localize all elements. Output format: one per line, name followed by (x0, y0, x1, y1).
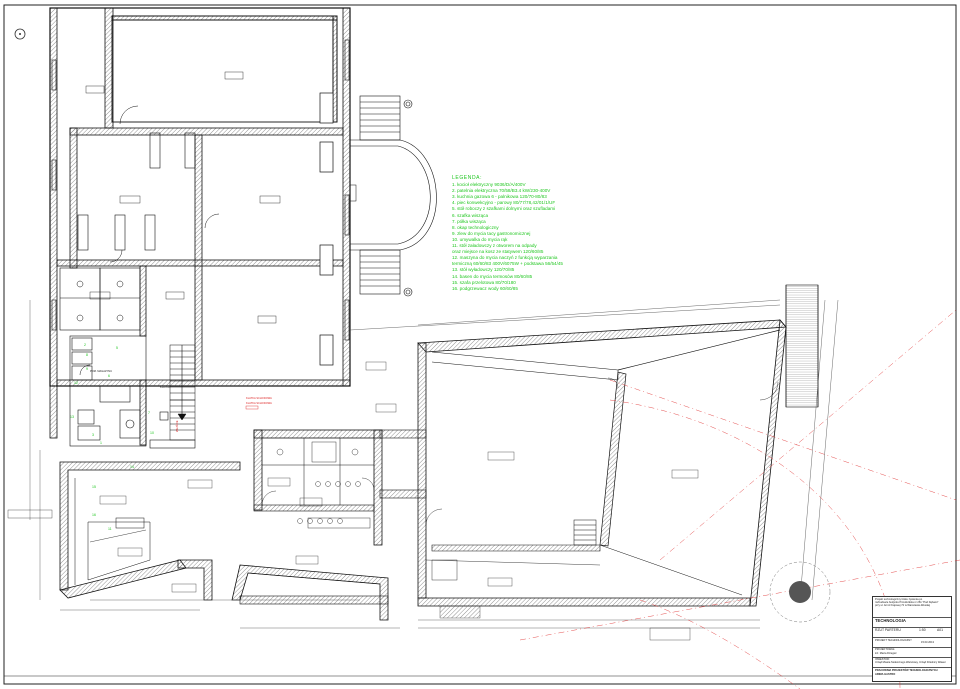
author-name: inż. Marta Dziegiel (875, 652, 897, 655)
svg-text:2: 2 (84, 343, 86, 347)
svg-text:10: 10 (150, 431, 154, 435)
project-line: przy ul. Armii Krajowej 72 w Warszawie-W… (875, 604, 931, 607)
scale-value: 1:50 (919, 628, 926, 632)
svg-text:15: 15 (92, 485, 96, 489)
svg-text:13: 13 (70, 415, 74, 419)
staircase-note: KLATKA SCHODOWA (246, 397, 272, 400)
legend-item: 16. podgrzewacz wody 60/60/85 (452, 285, 518, 291)
svg-text:KLATKA SCHODOWA: KLATKA SCHODOWA (246, 401, 272, 405)
client-name: Urząd Miasta Stołecznego Warszawy, Urząd… (875, 661, 946, 664)
company-name: PRACOWNIA PROJEKTÓW TECHNOLOGICZNYCH (875, 669, 938, 672)
legend-title: LEGENDA: (452, 175, 483, 181)
floor-plan-drawing: 895 2612 1331 71014 151611 KLATKA SCHODO… (3, 4, 960, 689)
red-annotations: KLATKA SCHODOWA WEJŚCIE (174, 401, 272, 432)
svg-text:3: 3 (92, 433, 94, 437)
date-value: 15.03.2013 (921, 641, 934, 644)
svg-text:8: 8 (86, 353, 88, 357)
author-role: PROJEKTOWAŁ: (875, 648, 896, 651)
svg-text:16: 16 (92, 513, 96, 517)
svg-text:5: 5 (116, 346, 118, 350)
equipment-legend: LEGENDA: 1. kocioł elektryczny 9036/D/A/… (452, 175, 563, 292)
ramp (785, 284, 819, 408)
bottom-strip (439, 605, 481, 619)
branch-title: TECHNOLOGIA (875, 618, 906, 623)
svg-text:11: 11 (108, 527, 112, 531)
svg-text:7: 7 (148, 411, 150, 415)
existing-building (49, 7, 351, 446)
svg-text:1: 1 (100, 441, 102, 445)
legend-item: 5. stół roboczy z szafkami dolnymi oraz … (452, 206, 556, 212)
svg-text:6: 6 (108, 374, 110, 378)
company-name-2: ARIMA GASTRO (875, 673, 896, 676)
stair-label: KLATKA (160, 386, 170, 389)
sheet-number: A01 (937, 628, 944, 632)
terrace-steps (349, 95, 437, 297)
svg-text:9: 9 (86, 367, 88, 371)
existing-stairs (169, 344, 196, 441)
title-block: Projekt technologiczny bloku żywienia po… (872, 596, 952, 682)
drawing-title: RZUT PARTERU (875, 628, 901, 632)
tree-symbol (769, 561, 831, 623)
stage-label: PROJEKT TECHNOLOGICZNY (875, 639, 912, 642)
svg-text:12: 12 (74, 381, 78, 385)
storage-room-label: POM. MAGAZYNU (90, 370, 113, 373)
